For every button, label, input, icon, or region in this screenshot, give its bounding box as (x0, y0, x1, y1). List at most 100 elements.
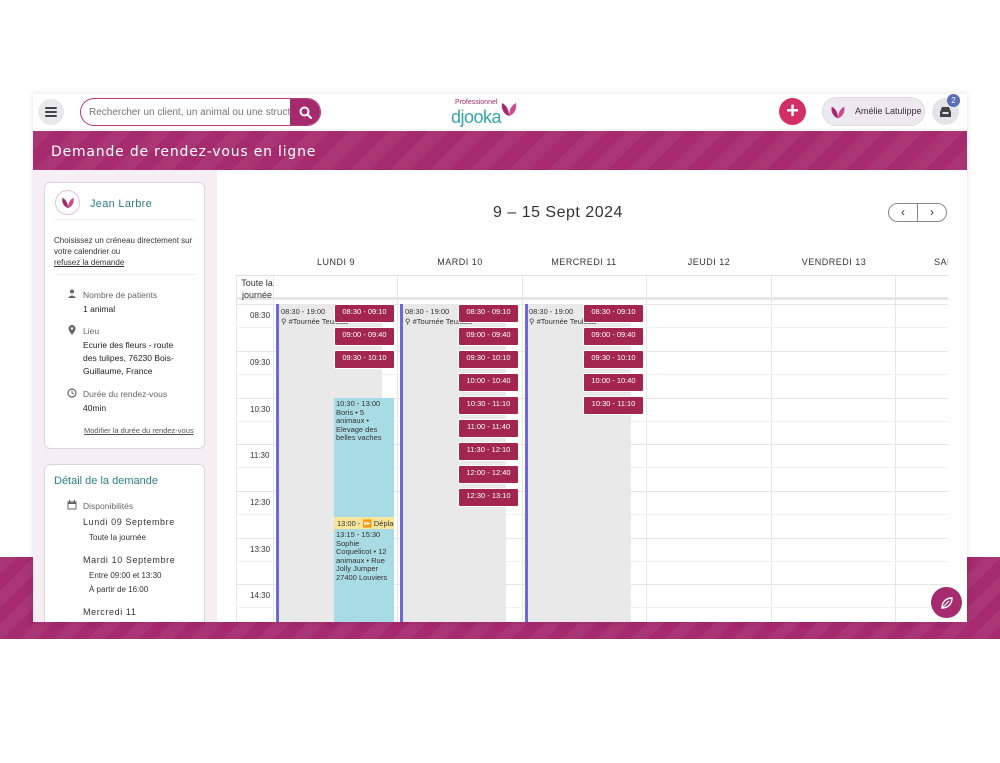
proposed-slot[interactable]: 10:30 - 11:10 (458, 396, 519, 415)
instructions-text: Choisissez un créneau directement sur vo… (54, 235, 202, 268)
search-box (80, 98, 321, 126)
floating-action-button[interactable] (931, 587, 962, 618)
logo[interactable]: Professionnel djooka (449, 97, 521, 129)
appointment-event[interactable]: 10:30 - 13:00 Boris • 5 animaux • Elevag… (334, 398, 394, 517)
availability-day: Mercredi 11 (83, 607, 137, 617)
hamburger-icon (45, 107, 57, 117)
app-window: Professionnel djooka + Amélie Latulippe … (33, 94, 967, 622)
instructions-label: Choisissez un créneau directement sur vo… (54, 236, 193, 256)
proposed-slot[interactable]: 08:30 - 09:10 (334, 304, 395, 323)
clock-icon (67, 388, 77, 398)
search-input[interactable] (81, 99, 291, 125)
patients-value: 1 animal (83, 304, 116, 314)
location-value: Ecurie des fleurs - route des tulipes, 7… (83, 340, 174, 376)
search-button[interactable] (290, 99, 320, 125)
proposed-slot[interactable]: 09:00 - 09:40 (458, 327, 519, 346)
day-header: SAMEDI 14 (934, 257, 948, 267)
availability-day: Mardi 10 Septembre (83, 555, 176, 565)
day-header: MERCREDI 11 (551, 257, 617, 267)
event-description: Déplacement (373, 519, 394, 528)
menu-button[interactable] (38, 99, 64, 125)
user-menu[interactable]: Amélie Latulippe (822, 97, 925, 126)
proposed-slot[interactable]: 12:30 - 13:10 (458, 488, 519, 507)
client-name[interactable]: Jean Larbre (90, 198, 152, 210)
availability-time: 08:30 - 19:00 (529, 307, 574, 316)
all-day-row: Toute la journée (236, 275, 948, 300)
proposed-slot[interactable]: 12:00 - 12:40 (458, 465, 519, 484)
day-header: LUNDI 9 (316, 257, 355, 267)
location-label: Lieu (83, 326, 100, 336)
calendar-icon (67, 500, 77, 510)
chevron-right-icon: › (930, 205, 934, 219)
proposed-slot[interactable]: 09:30 - 10:10 (583, 350, 644, 369)
add-button[interactable]: + (779, 98, 806, 125)
event-description: Sophie Coquelicot • 12 animaux • Rue Jol… (336, 538, 388, 582)
detail-title: Détail de la demande (54, 475, 158, 487)
calendar: 9 – 15 Sept 2024 ‹ › LUNDI 9 MARDI 10 ME… (217, 170, 967, 622)
availability-range: Entre 09:00 et 13:30 (89, 571, 162, 580)
modify-duration-link[interactable]: Modifier la durée du rendez-vous (84, 426, 194, 435)
travel-event[interactable]: 13:00 - ⏩ Déplacement (334, 517, 394, 529)
previous-week-button[interactable]: ‹ (889, 204, 918, 221)
proposed-slot[interactable]: 09:30 - 10:10 (458, 350, 519, 369)
availability-bar (525, 304, 528, 622)
proposed-slot[interactable]: 09:00 - 09:40 (583, 327, 644, 346)
divider (55, 274, 195, 275)
time-label: 11:30 (250, 451, 270, 460)
proposed-slot[interactable]: 11:00 - 11:40 (458, 419, 519, 438)
event-description: Boris • 5 animaux • Elevage des belles v… (336, 407, 382, 442)
proposed-slot[interactable]: 10:00 - 10:40 (458, 373, 519, 392)
availability-day: Lundi 09 Septembre (83, 517, 175, 527)
leaf-icon (61, 197, 74, 209)
proposed-slot[interactable]: 10:00 - 10:40 (583, 373, 644, 392)
page-title: Demande de rendez-vous en ligne (51, 144, 317, 160)
patients-label: Nombre de patients (83, 290, 158, 300)
divider (55, 219, 195, 220)
time-grid: Toute la journée 08:30 09:30 10:30 11:30… (236, 275, 948, 622)
page-header: Demande de rendez-vous en ligne (33, 131, 967, 170)
proposed-slot[interactable]: 09:30 - 10:10 (334, 350, 395, 369)
proposed-slot[interactable]: 09:00 - 09:40 (334, 327, 395, 346)
request-detail-card: Détail de la demande Disponibilités Lund… (44, 464, 205, 622)
time-label: 13:30 (250, 545, 271, 554)
user-avatar-icon (831, 106, 845, 119)
search-icon (299, 106, 312, 119)
top-bar: Professionnel djooka + Amélie Latulippe … (33, 94, 967, 130)
leaf-icon (501, 103, 517, 116)
time-label: 14:30 (250, 591, 271, 600)
availability-label: Disponibilités (83, 501, 134, 511)
client-avatar (55, 190, 80, 215)
time-label: 12:30 (250, 498, 271, 507)
travel-icon: ⏩ (362, 519, 374, 528)
time-label: 10:30 (250, 405, 271, 414)
availability-time: 08:30 - 19:00 (281, 307, 326, 316)
availability-range: Toute la journée (89, 533, 146, 542)
proposed-slot[interactable]: 08:30 - 09:10 (583, 304, 644, 323)
client-card: Jean Larbre Choisissez un créneau direct… (44, 182, 205, 449)
proposed-slot[interactable]: 11:30 - 12:10 (458, 442, 519, 461)
next-week-button[interactable]: › (918, 204, 946, 221)
day-header: MARDI 10 (437, 257, 483, 267)
availability-bar (276, 304, 279, 622)
user-name: Amélie Latulippe (855, 106, 922, 116)
proposed-slot[interactable]: 08:30 - 09:10 (458, 304, 519, 323)
availability-range: À partir de 16:00 (89, 585, 149, 594)
proposed-slot[interactable]: 10:30 - 11:10 (583, 396, 644, 415)
refuse-request-link[interactable]: refusez la demande (54, 258, 124, 267)
time-label: 09:30 (250, 358, 271, 367)
chevron-left-icon: ‹ (901, 205, 905, 219)
duration-value: 40min (83, 403, 107, 413)
location-pin-icon (68, 325, 76, 335)
availability-bar (400, 304, 403, 622)
appointment-event[interactable]: 13:15 - 15:30 Sophie Coquelicot • 12 ani… (334, 529, 394, 622)
event-time: 13:00 - (337, 519, 363, 528)
inbox-count-badge: 2 (947, 94, 960, 107)
patients-icon (68, 289, 76, 298)
week-range-title: 9 – 15 Sept 2024 (493, 204, 623, 221)
logo-brand: djooka (451, 107, 502, 127)
sidebar: Jean Larbre Choisissez un créneau direct… (33, 170, 217, 622)
duration-label: Durée du rendez-vous (83, 389, 168, 399)
logo-pro-label: Professionnel (455, 99, 498, 106)
day-header: VENDREDI 13 (801, 257, 867, 267)
day-header-clip: SAMEDI 14 (934, 257, 948, 269)
